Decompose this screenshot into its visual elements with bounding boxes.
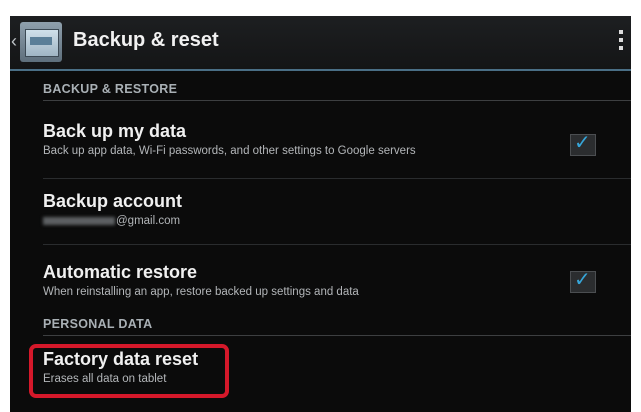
item-title: Automatic restore (43, 262, 198, 282)
backup-account-item[interactable]: Backup account @gmail.com (43, 191, 631, 227)
automatic-restore-item[interactable]: Automatic restore When reinstalling an a… (43, 262, 631, 298)
item-title: Back up my data (43, 121, 187, 141)
page-title: Backup & reset (73, 29, 219, 51)
item-title: Backup account (43, 191, 183, 211)
backup-reset-icon[interactable] (20, 22, 62, 62)
chevron-left-icon[interactable]: ‹ (11, 31, 17, 51)
item-summary: Back up app data, Wi-Fi passwords, and o… (43, 145, 416, 157)
automatic-restore-checkbox[interactable]: ✓ (570, 269, 596, 293)
overflow-menu-icon[interactable] (617, 30, 625, 54)
item-summary: @gmail.com (43, 215, 631, 227)
section-header-personal-data: PERSONAL DATA (43, 317, 153, 331)
item-summary: When reinstalling an app, restore backed… (43, 286, 359, 298)
back-up-my-data-item[interactable]: Back up my data Back up app data, Wi-Fi … (43, 121, 631, 157)
email-domain: @gmail.com (116, 215, 181, 227)
action-bar: ‹ Backup & reset (10, 16, 631, 71)
checkmark-icon: ✓ (574, 132, 591, 154)
item-divider (43, 178, 631, 179)
back-up-my-data-checkbox[interactable]: ✓ (570, 132, 596, 156)
checkmark-icon: ✓ (574, 269, 591, 291)
factory-reset-highlight-box (29, 344, 229, 398)
backup-reset-icon-arrow (30, 37, 52, 45)
section-header-backup-restore: BACKUP & RESTORE (43, 82, 178, 96)
section-divider (43, 335, 631, 336)
item-divider (43, 244, 631, 245)
section-divider (43, 100, 631, 101)
redacted-email-user (43, 216, 115, 225)
